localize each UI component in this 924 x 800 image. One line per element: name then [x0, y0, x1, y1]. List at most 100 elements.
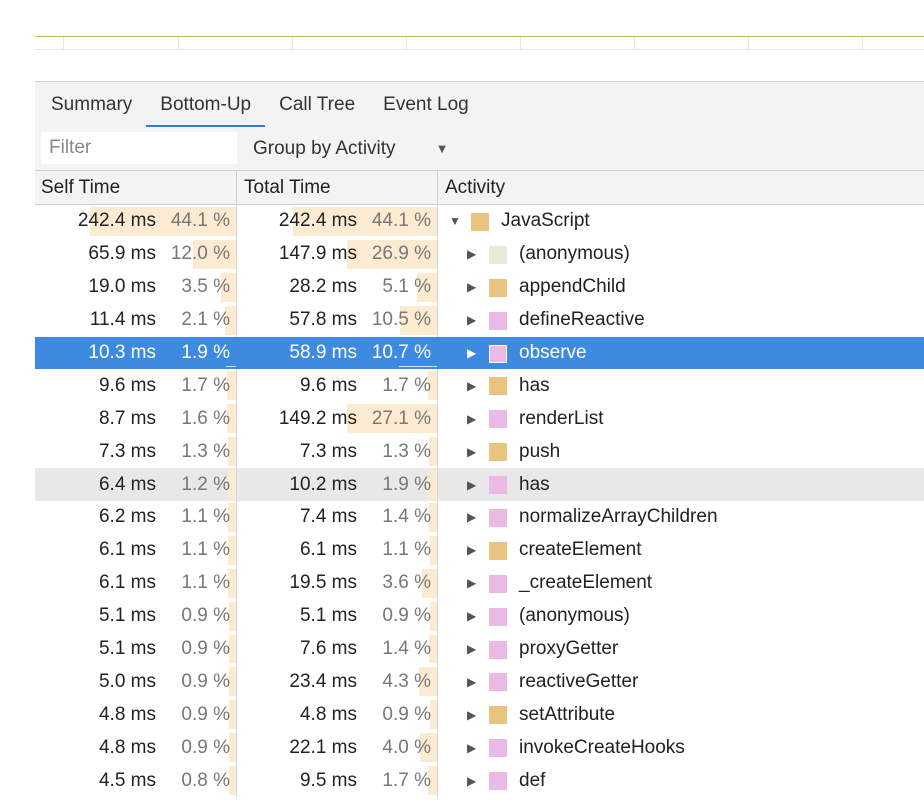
total-time-value: 6.1 ms	[299, 539, 357, 561]
activity-cell: ▶ appendChild	[439, 271, 924, 304]
self-time-cell: 6.4 ms 1.2 %	[35, 468, 237, 502]
category-color-swatch	[489, 574, 507, 593]
table-row[interactable]: 9.6 ms 1.7 % 9.6 ms 1.7 % ▶ has	[35, 369, 924, 403]
triangle-right-icon[interactable]: ▶	[467, 764, 476, 797]
activity-cell: ▼ JavaScript	[439, 205, 924, 238]
activity-name: (anonymous)	[519, 605, 630, 627]
activity-cell: ▶ proxyGetter	[439, 633, 924, 666]
triangle-right-icon[interactable]: ▶	[467, 402, 476, 435]
triangle-right-icon[interactable]: ▶	[467, 567, 476, 600]
filter-input[interactable]	[41, 132, 237, 164]
self-time-bar	[229, 634, 236, 664]
activity-name: createElement	[519, 539, 642, 561]
tab-bottom-up[interactable]: Bottom-Up	[146, 82, 265, 128]
table-row[interactable]: 6.1 ms 1.1 % 19.5 ms 3.6 % ▶ _createElement	[35, 566, 924, 600]
filter-toolbar: Group by Activity ▼	[35, 127, 924, 171]
triangle-right-icon[interactable]: ▶	[467, 633, 476, 666]
table-row[interactable]: 7.3 ms 1.3 % 7.3 ms 1.3 % ▶ push	[35, 435, 924, 469]
self-time-value: 8.7 ms	[98, 407, 156, 429]
table-row[interactable]: 10.3 ms 1.9 % 58.9 ms 10.7 % ▶ observe	[35, 336, 924, 370]
table-row[interactable]: 4.8 ms 0.9 % 22.1 ms 4.0 % ▶ invokeCreateHook…	[35, 731, 924, 765]
table-row[interactable]: 65.9 ms 12.0 % 147.9 ms 26.9 % ▶ (anonymous)	[35, 237, 924, 271]
self-time-cell: 65.9 ms 12.0 %	[35, 237, 237, 271]
table-row[interactable]: 8.7 ms 1.6 % 149.2 ms 27.1 % ▶ renderList	[35, 402, 924, 436]
table-row[interactable]: 242.4 ms 44.1 % 242.4 ms 44.1 % ▼ JavaScript	[35, 205, 924, 238]
table-row[interactable]: 6.4 ms 1.2 % 10.2 ms 1.9 % ▶ has	[35, 468, 924, 502]
column-header-activity[interactable]: Activity	[439, 171, 924, 204]
total-time-cell: 19.5 ms 3.6 %	[238, 566, 438, 600]
triangle-right-icon[interactable]: ▶	[467, 337, 476, 370]
table-row[interactable]: 6.2 ms 1.1 % 7.4 ms 1.4 % ▶ normalizeArrayChi…	[35, 501, 924, 534]
triangle-right-icon[interactable]: ▶	[467, 435, 476, 468]
total-time-percent: 4.3 %	[382, 670, 431, 692]
activity-name: reactiveGetter	[519, 670, 639, 692]
self-time-percent: 1.6 %	[181, 407, 230, 429]
triangle-right-icon[interactable]: ▶	[467, 304, 476, 337]
tab-label: Event Log	[383, 93, 469, 115]
self-time-cell: 5.1 ms 0.9 %	[35, 632, 237, 666]
triangle-right-icon[interactable]: ▶	[467, 238, 476, 271]
table-row[interactable]: 5.0 ms 0.9 % 23.4 ms 4.3 % ▶ reactiveGetter	[35, 665, 924, 699]
timeline-grid-line	[520, 37, 521, 49]
table-row[interactable]: 4.5 ms 0.8 % 9.5 ms 1.7 % ▶ def	[35, 764, 924, 798]
triangle-right-icon[interactable]: ▶	[467, 600, 476, 633]
timeline-grid-line	[862, 37, 863, 49]
activity-cell: ▶ push	[439, 435, 924, 468]
table-row[interactable]: 5.1 ms 0.9 % 7.6 ms 1.4 % ▶ proxyGetter	[35, 632, 924, 666]
self-time-cell: 6.2 ms 1.1 %	[35, 501, 237, 534]
triangle-right-icon[interactable]: ▶	[467, 468, 476, 501]
table-row[interactable]: 19.0 ms 3.5 % 28.2 ms 5.1 % ▶ appendChild	[35, 270, 924, 304]
activity-cell: ▶ _createElement	[439, 567, 924, 600]
group-by-dropdown[interactable]: Group by Activity ▼	[253, 127, 448, 170]
triangle-right-icon[interactable]: ▶	[467, 698, 476, 731]
triangle-right-icon[interactable]: ▶	[467, 271, 476, 304]
activity-cell: ▶ has	[439, 468, 924, 501]
activity-name: normalizeArrayChildren	[519, 506, 718, 528]
self-time-value: 10.3 ms	[88, 342, 156, 363]
activity-name: proxyGetter	[519, 638, 619, 660]
activity-cell: ▶ createElement	[439, 534, 924, 567]
table-body: 242.4 ms 44.1 % 242.4 ms 44.1 % ▼ JavaScript 6…	[35, 205, 924, 798]
tab-summary[interactable]: Summary	[35, 82, 146, 127]
activity-name: JavaScript	[501, 210, 590, 232]
triangle-right-icon[interactable]: ▶	[467, 731, 476, 764]
self-time-percent: 1.7 %	[181, 374, 230, 396]
tab-call-tree[interactable]: Call Tree	[265, 82, 369, 127]
self-time-percent: 0.9 %	[181, 605, 230, 627]
tab-event-log[interactable]: Event Log	[369, 82, 483, 127]
total-time-cell: 149.2 ms 27.1 %	[238, 402, 438, 436]
timeline-overview-strip[interactable]	[35, 36, 924, 50]
column-header-label: Total Time	[244, 176, 331, 198]
total-time-percent: 0.9 %	[382, 703, 431, 725]
table-row[interactable]: 6.1 ms 1.1 % 6.1 ms 1.1 % ▶ createElement	[35, 533, 924, 567]
self-time-percent: 12.0 %	[170, 243, 230, 265]
triangle-right-icon[interactable]: ▶	[467, 665, 476, 698]
performance-panel: Summary Bottom-Up Call Tree Event Log Gr…	[0, 0, 924, 800]
tab-label: Call Tree	[279, 93, 356, 115]
total-time-cell: 28.2 ms 5.1 %	[238, 270, 438, 304]
activity-cell: ▶ normalizeArrayChildren	[439, 501, 924, 534]
self-time-percent: 0.9 %	[181, 736, 230, 758]
self-time-percent: 1.1 %	[181, 539, 230, 561]
triangle-right-icon[interactable]: ▶	[467, 369, 476, 402]
timeline-grid-line	[748, 37, 749, 49]
total-time-cell: 9.5 ms 1.7 %	[238, 764, 438, 798]
total-time-cell: 242.4 ms 44.1 %	[238, 205, 438, 238]
triangle-right-icon[interactable]: ▶	[467, 501, 476, 534]
total-time-cell: 7.6 ms 1.4 %	[238, 632, 438, 666]
self-time-cell: 6.1 ms 1.1 %	[35, 533, 237, 567]
self-time-cell: 19.0 ms 3.5 %	[35, 270, 237, 304]
activity-name: has	[519, 374, 550, 396]
column-header-total-time[interactable]: Total Time	[238, 171, 438, 204]
triangle-right-icon[interactable]: ▶	[467, 534, 476, 567]
column-header-self-time[interactable]: Self Time	[35, 171, 237, 204]
total-time-value: 4.8 ms	[299, 703, 357, 725]
table-row[interactable]: 11.4 ms 2.1 % 57.8 ms 10.5 % ▶ defineReactive	[35, 303, 924, 337]
triangle-down-icon[interactable]: ▼	[449, 205, 461, 238]
category-color-swatch	[489, 410, 507, 429]
self-time-percent: 1.1 %	[181, 572, 230, 594]
table-row[interactable]: 4.8 ms 0.9 % 4.8 ms 0.9 % ▶ setAttribute	[35, 698, 924, 732]
self-time-value: 4.8 ms	[98, 736, 156, 758]
bottom-up-table: Self Time Total Time Activity 242.4 ms 44…	[35, 171, 924, 798]
table-row[interactable]: 5.1 ms 0.9 % 5.1 ms 0.9 % ▶ (anonymous)	[35, 599, 924, 633]
